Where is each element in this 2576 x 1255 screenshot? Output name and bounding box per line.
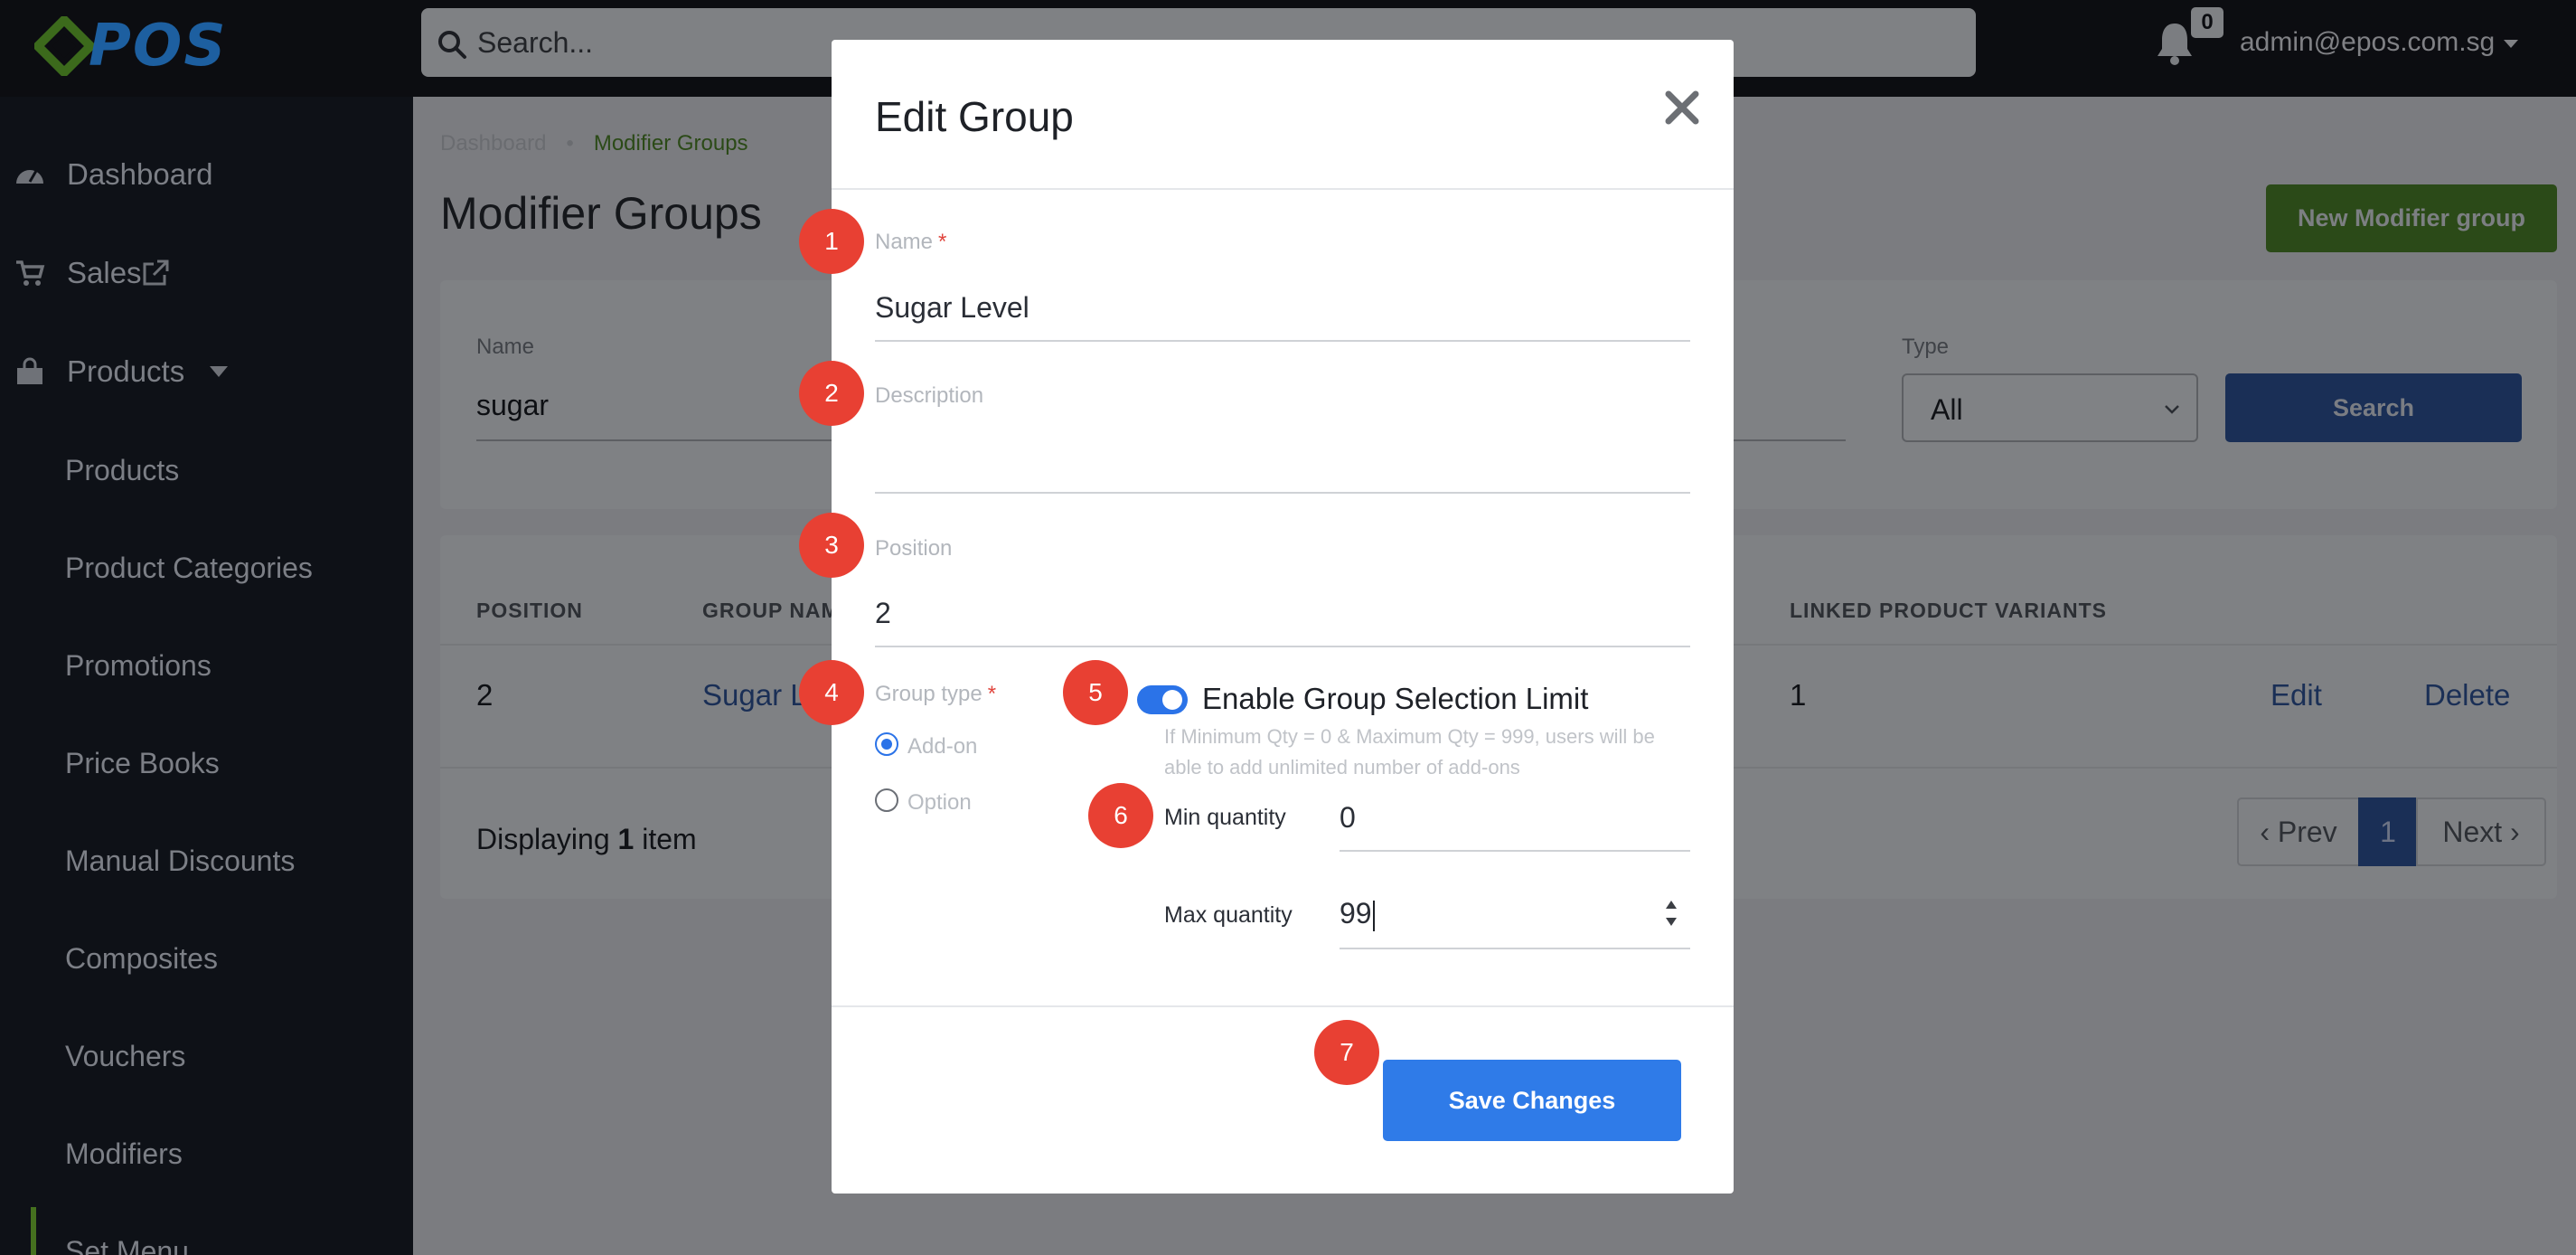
name-field-underline	[875, 340, 1690, 342]
user-menu[interactable]: admin@epos.com.sg	[2240, 27, 2519, 58]
shopping-bag-icon	[17, 357, 42, 384]
type-filter-label: Type	[1902, 335, 1950, 359]
name-label: Name *	[875, 230, 947, 254]
position-field-underline	[875, 646, 1690, 647]
description-label: Description	[875, 383, 984, 408]
modal-footer-divider	[832, 1005, 1734, 1007]
sidebar-item-label: Sales	[67, 256, 142, 289]
max-quantity-value: 99	[1340, 897, 1372, 929]
toggle-knob	[1162, 690, 1182, 710]
sidebar-sub-composites[interactable]: Composites	[65, 931, 218, 986]
sidebar-sub-modifiers[interactable]: Modifiers	[65, 1127, 183, 1181]
page-title: Modifier Groups	[440, 188, 762, 239]
modal-header: Edit Group	[832, 40, 1734, 190]
cell-position: 2	[476, 678, 494, 712]
display-count: Displaying 1 item	[476, 823, 697, 855]
next-page-button[interactable]: Next ›	[2416, 797, 2546, 866]
close-icon[interactable]	[1661, 87, 1703, 128]
sidebar-sub-promotions[interactable]: Promotions	[65, 638, 212, 693]
step-marker: 1	[799, 209, 864, 274]
column-header-linked-variants: LINKED PRODUCT VARIANTS	[1790, 599, 2107, 622]
page-1-button[interactable]: 1	[2358, 797, 2418, 866]
sidebar-item-label: Products	[67, 354, 185, 388]
name-field[interactable]: Sugar Level	[875, 291, 1029, 325]
external-link-icon	[143, 259, 169, 286]
logo-mark-icon	[34, 16, 94, 76]
sidebar-sub-price-books[interactable]: Price Books	[65, 736, 220, 790]
delete-link[interactable]: Delete	[2424, 678, 2510, 712]
radio-add-on-label[interactable]: Add-on	[907, 734, 977, 760]
name-filter-input[interactable]: sugar	[476, 389, 549, 422]
chevron-down-icon	[2165, 405, 2179, 414]
logo-text: POS	[89, 13, 228, 80]
required-asterisk: *	[938, 230, 947, 254]
edit-group-modal: Edit Group Name * Sugar Level Description…	[832, 40, 1734, 1194]
search-button[interactable]: Search	[2225, 373, 2522, 442]
step-marker: 6	[1088, 783, 1153, 848]
required-asterisk: *	[987, 682, 997, 706]
radio-option[interactable]	[875, 788, 898, 812]
breadcrumb-current: Modifier Groups	[593, 131, 748, 156]
group-type-label: Group type *	[875, 682, 997, 706]
sidebar: Dashboard Sales Products Products Produc…	[0, 97, 413, 1255]
selection-limit-label: Enable Group Selection Limit	[1202, 682, 1589, 715]
sidebar-sub-product-categories[interactable]: Product Categories	[65, 541, 313, 595]
breadcrumb-dashboard[interactable]: Dashboard	[440, 131, 546, 156]
epos-logo[interactable]: POS	[34, 13, 242, 80]
sidebar-item-label: Dashboard	[67, 157, 213, 191]
caret-down-icon	[210, 366, 228, 377]
save-changes-button[interactable]: Save Changes	[1383, 1060, 1681, 1141]
sidebar-item-dashboard[interactable]: Dashboard	[0, 138, 413, 211]
description-field-underline	[875, 492, 1690, 494]
step-marker: 5	[1063, 660, 1128, 725]
position-label: Position	[875, 536, 953, 561]
min-quantity-label: Min quantity	[1164, 805, 1286, 830]
min-quantity-underline	[1340, 850, 1690, 852]
max-quantity-label: Max quantity	[1164, 902, 1293, 928]
min-quantity-field[interactable]: 0	[1340, 801, 1356, 835]
step-marker: 3	[799, 513, 864, 578]
dashboard-icon	[16, 170, 43, 184]
type-select-value: All	[1931, 393, 1963, 426]
step-marker: 7	[1314, 1020, 1379, 1085]
step-marker: 2	[799, 361, 864, 426]
type-select[interactable]: All	[1902, 373, 2198, 442]
prev-page-button[interactable]: ‹ Prev	[2237, 797, 2360, 866]
sidebar-sub-vouchers[interactable]: Vouchers	[65, 1029, 185, 1083]
sidebar-sub-manual-discounts[interactable]: Manual Discounts	[65, 834, 295, 888]
step-marker: 4	[799, 660, 864, 725]
search-icon	[438, 31, 466, 59]
caret-down-icon	[2504, 39, 2519, 48]
text-cursor	[1372, 900, 1375, 931]
user-email: admin@epos.com.sg	[2240, 27, 2496, 57]
max-quantity-field[interactable]: 99	[1340, 897, 1375, 931]
new-modifier-group-button[interactable]: New Modifier group	[2266, 184, 2557, 252]
radio-add-on[interactable]	[875, 732, 898, 756]
selection-limit-hint: If Minimum Qty = 0 & Maximum Qty = 999, …	[1164, 725, 1655, 778]
bell-icon[interactable]	[2155, 20, 2195, 65]
name-filter-label: Name	[476, 335, 535, 359]
notification-badge: 0	[2191, 7, 2223, 38]
name-filter-underline	[476, 439, 856, 441]
max-quantity-underline	[1340, 948, 1690, 949]
position-field[interactable]: 2	[875, 597, 891, 630]
number-spinner-icon[interactable]	[1661, 897, 1681, 929]
sidebar-sub-set-menu[interactable]: Set Menu	[65, 1224, 189, 1255]
cell-linked-variants: 1	[1790, 678, 1807, 712]
item-count: 1	[617, 823, 635, 855]
column-header-position: POSITION	[476, 599, 583, 622]
sidebar-item-products[interactable]: Products	[0, 335, 413, 408]
breadcrumb: Dashboard • Modifier Groups	[440, 131, 748, 156]
sidebar-item-sales[interactable]: Sales	[0, 237, 413, 309]
modal-title: Edit Group	[875, 93, 1074, 140]
breadcrumb-separator: •	[566, 131, 574, 156]
radio-option-label[interactable]: Option	[907, 790, 972, 816]
active-indicator	[31, 1207, 36, 1255]
selection-limit-toggle[interactable]	[1137, 685, 1188, 714]
edit-link[interactable]: Edit	[2270, 678, 2322, 712]
sidebar-sub-products[interactable]: Products	[65, 443, 179, 497]
cart-icon	[16, 260, 45, 286]
